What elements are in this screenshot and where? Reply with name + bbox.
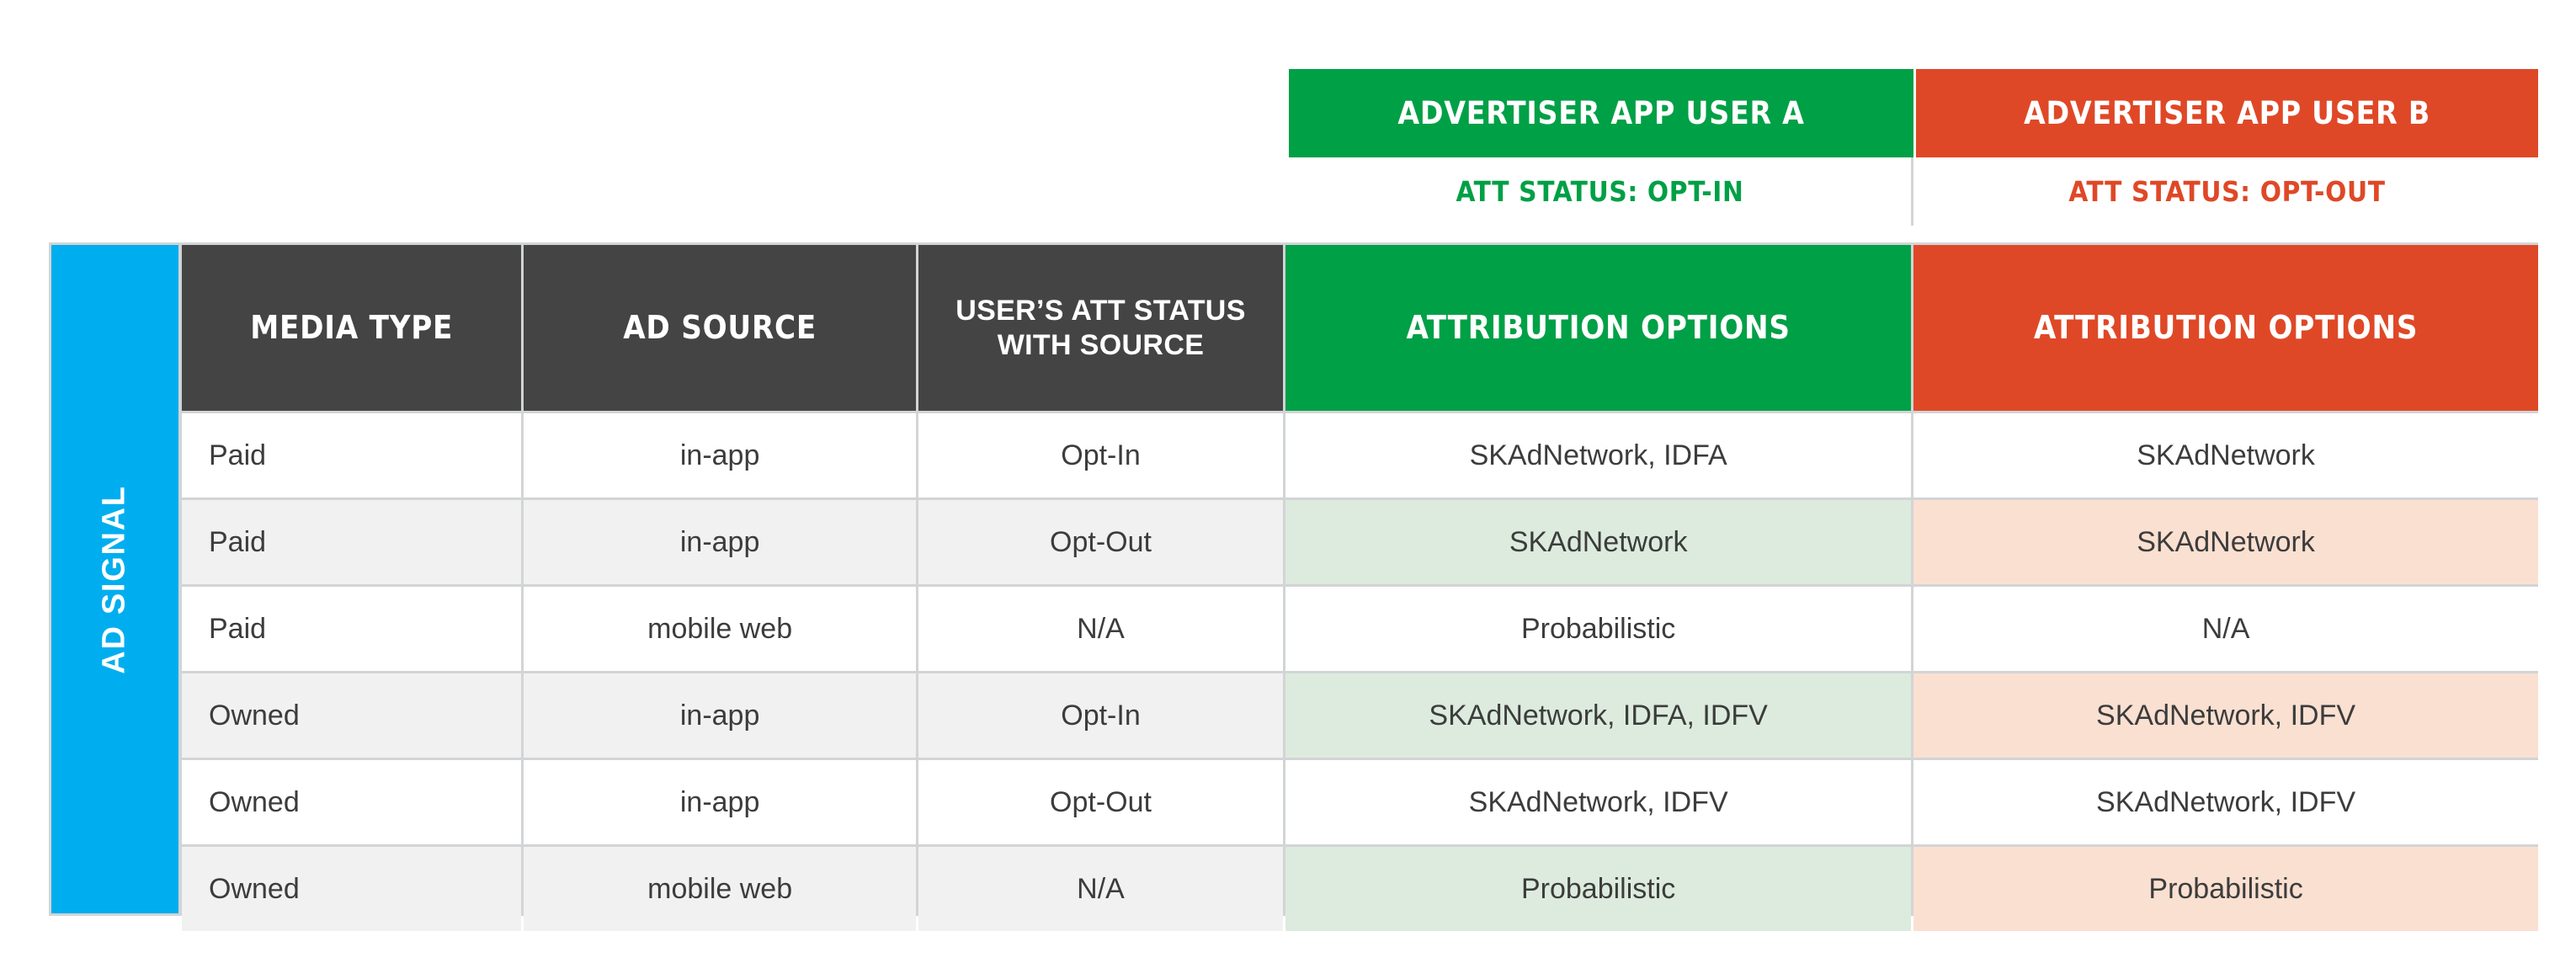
cell-attribution-options-b-label: SKAdNetwork, IDFV bbox=[2096, 785, 2356, 818]
cell-attribution-options-a: Probabilistic bbox=[1285, 587, 1912, 671]
att-status-user-b-label: ATT STATUS: OPT-OUT bbox=[2068, 175, 2386, 208]
column-header-attribution-options-b: ATTRIBUTION OPTIONS bbox=[1913, 245, 2539, 411]
comparison-table-figure: ADVERTISER APP USER A ADVERTISER APP USE… bbox=[0, 0, 2576, 963]
cell-attribution-options-a: SKAdNetwork bbox=[1285, 500, 1912, 584]
cell-media-type-label: Owned bbox=[209, 699, 300, 732]
table-row: Owned in-app Opt-Out SKAdNetwork, IDFV SKAdN… bbox=[182, 760, 2538, 844]
cell-attribution-options-a-label: SKAdNetwork, IDFV bbox=[1468, 785, 1728, 818]
cell-user-att-status: Opt-In bbox=[918, 673, 1284, 758]
cell-attribution-options-a: SKAdNetwork, IDFA, IDFV bbox=[1285, 673, 1912, 758]
cell-attribution-options-a-label: SKAdNetwork bbox=[1509, 525, 1688, 558]
cell-user-att-status: Opt-Out bbox=[918, 500, 1284, 584]
cell-user-att-status: N/A bbox=[918, 847, 1284, 931]
cell-media-type: Paid bbox=[182, 500, 522, 584]
att-status-user-b: ATT STATUS: OPT-OUT bbox=[1916, 157, 2538, 226]
cell-media-type: Owned bbox=[182, 760, 522, 844]
cell-user-att-status-label: Opt-In bbox=[1061, 699, 1141, 732]
cell-user-att-status: N/A bbox=[918, 587, 1284, 671]
cell-media-type-label: Paid bbox=[209, 525, 267, 558]
cell-attribution-options-a-label: SKAdNetwork, IDFA, IDFV bbox=[1429, 699, 1768, 732]
cell-ad-source-label: mobile web bbox=[647, 872, 793, 905]
cell-attribution-options-b: N/A bbox=[1913, 587, 2538, 671]
column-header-media-type-label: MEDIA TYPE bbox=[250, 309, 454, 347]
cell-user-att-status-label: N/A bbox=[1077, 872, 1125, 905]
table-row: Paid in-app Opt-In SKAdNetwork, IDFA SKAdNet… bbox=[182, 413, 2538, 497]
column-header-user-att-status-label: USER’S ATT STATUS WITH SOURCE bbox=[955, 295, 1246, 361]
cell-media-type-label: Owned bbox=[209, 785, 300, 818]
column-header-media-type: MEDIA TYPE bbox=[182, 245, 522, 411]
cell-ad-source: mobile web bbox=[524, 847, 916, 931]
cell-media-type-label: Owned bbox=[209, 872, 300, 905]
cell-attribution-options-b: SKAdNetwork bbox=[1913, 500, 2538, 584]
cell-attribution-options-b: SKAdNetwork, IDFV bbox=[1913, 673, 2538, 758]
cell-attribution-options-b-label: SKAdNetwork bbox=[2137, 525, 2315, 558]
cell-attribution-options-b: Probabilistic bbox=[1913, 847, 2538, 931]
ad-signal-side-label: AD SIGNAL bbox=[51, 245, 178, 913]
cell-user-att-status: Opt-Out bbox=[918, 760, 1284, 844]
cell-ad-source-label: mobile web bbox=[647, 612, 793, 645]
column-header-ad-source: AD SOURCE bbox=[524, 245, 916, 411]
cell-ad-source-label: in-app bbox=[679, 699, 760, 732]
cell-attribution-options-b: SKAdNetwork bbox=[1913, 413, 2538, 497]
table-row: Owned mobile web N/A Probabilistic Probabili… bbox=[182, 847, 2538, 931]
cell-media-type-label: Paid bbox=[209, 612, 267, 645]
cell-media-type: Owned bbox=[182, 673, 522, 758]
att-status-user-a-label: ATT STATUS: OPT-IN bbox=[1456, 175, 1744, 208]
cell-user-att-status-label: Opt-Out bbox=[1050, 525, 1152, 558]
cell-ad-source: mobile web bbox=[524, 587, 916, 671]
cell-media-type: Owned bbox=[182, 847, 522, 931]
table-row: Paid in-app Opt-Out SKAdNetwork SKAdNetwork bbox=[182, 500, 2538, 584]
cell-ad-source: in-app bbox=[524, 760, 916, 844]
cell-user-att-status: Opt-In bbox=[918, 413, 1284, 497]
banner-advertiser-app-user-a: ADVERTISER APP USER A bbox=[1289, 69, 1913, 157]
cell-media-type-label: Paid bbox=[209, 439, 267, 471]
cell-media-type: Paid bbox=[182, 413, 522, 497]
column-header-ad-source-label: AD SOURCE bbox=[623, 309, 817, 347]
banner-advertiser-app-user-b: ADVERTISER APP USER B bbox=[1916, 69, 2538, 157]
cell-attribution-options-b-label: Probabilistic bbox=[2148, 872, 2303, 905]
banner-b-label: ADVERTISER APP USER B bbox=[2024, 95, 2430, 131]
cell-attribution-options-b: SKAdNetwork, IDFV bbox=[1913, 760, 2538, 844]
cell-user-att-status-label: Opt-Out bbox=[1050, 785, 1152, 818]
banner-a-label: ADVERTISER APP USER A bbox=[1397, 95, 1805, 131]
cell-ad-source-label: in-app bbox=[679, 525, 760, 558]
cell-attribution-options-a: Probabilistic bbox=[1285, 847, 1912, 931]
cell-user-att-status-label: N/A bbox=[1077, 612, 1125, 645]
cell-ad-source-label: in-app bbox=[679, 785, 760, 818]
attribution-options-table: AD SIGNAL MEDIA TYPE AD SOURCE USER’S AT… bbox=[49, 242, 2539, 931]
cell-attribution-options-b-label: SKAdNetwork, IDFV bbox=[2096, 699, 2356, 732]
cell-attribution-options-a: SKAdNetwork, IDFV bbox=[1285, 760, 1912, 844]
column-header-attribution-options-a-label: ATTRIBUTION OPTIONS bbox=[1406, 309, 1791, 347]
table-header-row: MEDIA TYPE AD SOURCE USER’S ATT STATUS W… bbox=[182, 245, 2539, 411]
cell-attribution-options-a-label: Probabilistic bbox=[1520, 612, 1676, 645]
column-header-attribution-options-b-label: ATTRIBUTION OPTIONS bbox=[2033, 309, 2419, 347]
column-header-user-att-status: USER’S ATT STATUS WITH SOURCE bbox=[918, 245, 1284, 411]
cell-attribution-options-a-label: SKAdNetwork, IDFA bbox=[1469, 439, 1727, 471]
table-row: Paid mobile web N/A Probabilistic N/A bbox=[182, 587, 2538, 671]
cell-ad-source: in-app bbox=[524, 500, 916, 584]
cell-attribution-options-b-label: SKAdNetwork bbox=[2137, 439, 2315, 471]
ad-signal-label-text: AD SIGNAL bbox=[97, 484, 133, 674]
cell-attribution-options-b-label: N/A bbox=[2201, 612, 2250, 645]
cell-ad-source: in-app bbox=[524, 413, 916, 497]
att-status-user-a: ATT STATUS: OPT-IN bbox=[1289, 157, 1913, 226]
cell-media-type: Paid bbox=[182, 587, 522, 671]
cell-attribution-options-a-label: Probabilistic bbox=[1520, 872, 1676, 905]
cell-attribution-options-a: SKAdNetwork, IDFA bbox=[1285, 413, 1912, 497]
table-row: Owned in-app Opt-In SKAdNetwork, IDFA, IDFV… bbox=[182, 673, 2538, 758]
cell-ad-source: in-app bbox=[524, 673, 916, 758]
column-header-attribution-options-a: ATTRIBUTION OPTIONS bbox=[1285, 245, 1912, 411]
cell-user-att-status-label: Opt-In bbox=[1061, 439, 1141, 471]
cell-ad-source-label: in-app bbox=[679, 439, 760, 471]
table-grid: MEDIA TYPE AD SOURCE USER’S ATT STATUS W… bbox=[182, 242, 2539, 931]
